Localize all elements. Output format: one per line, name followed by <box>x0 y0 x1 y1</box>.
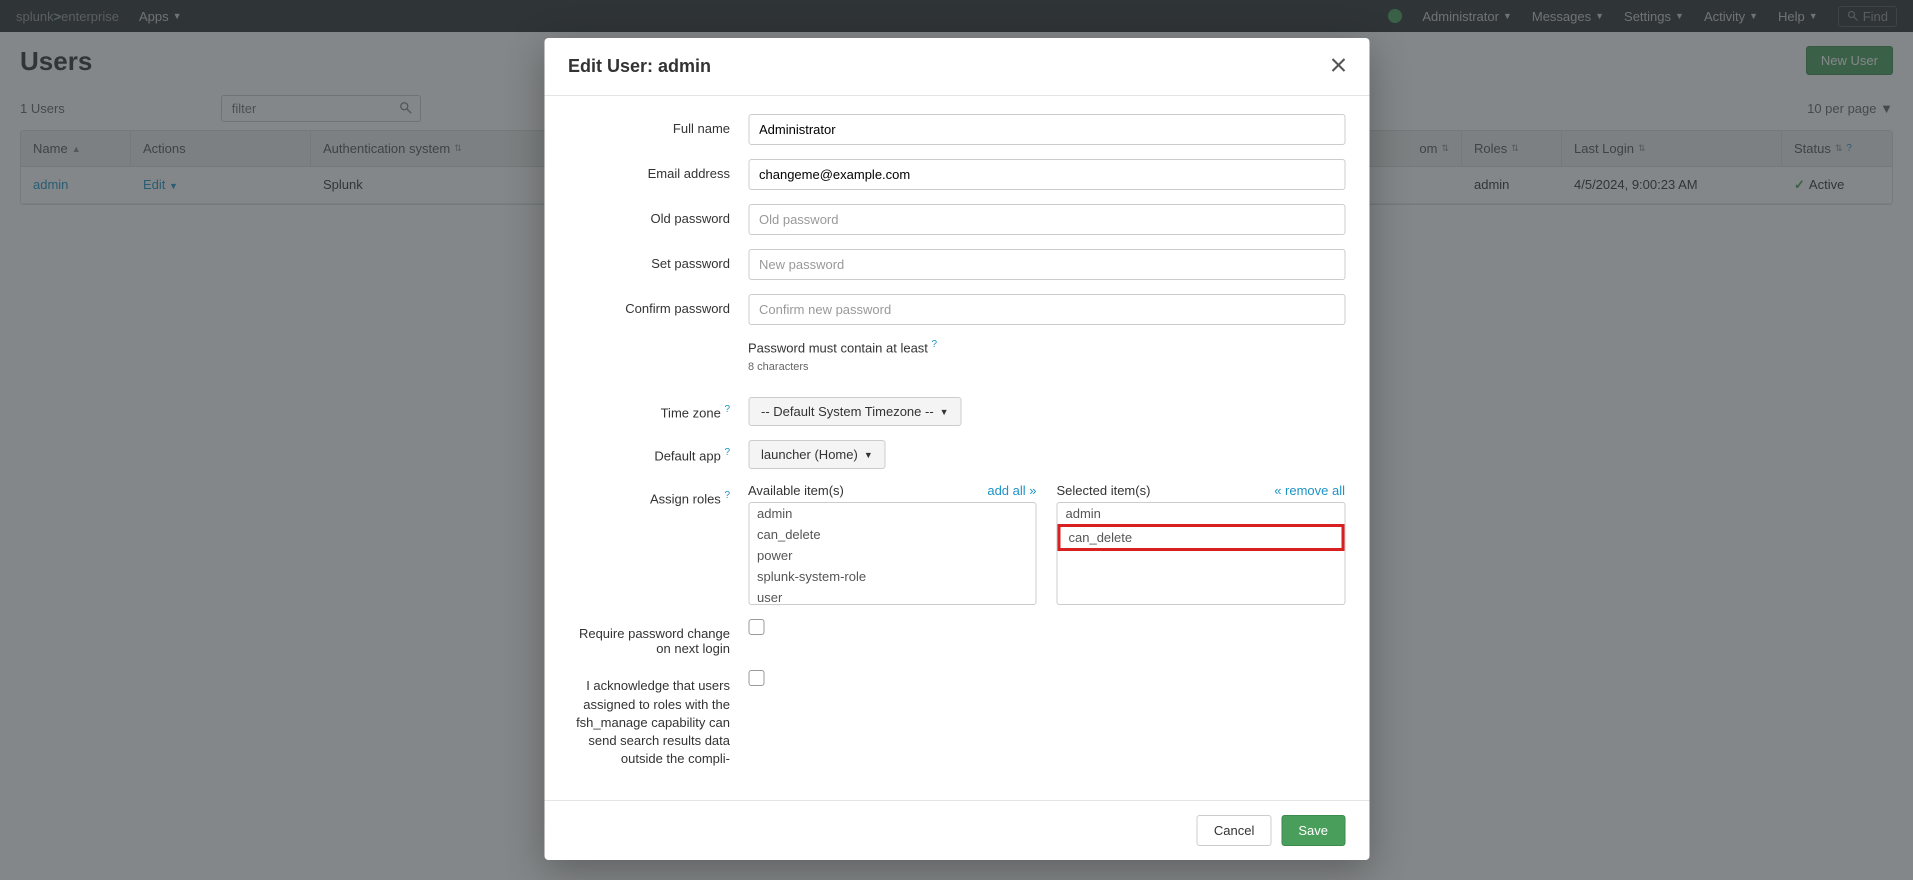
old-password-input[interactable] <box>748 204 1345 235</box>
available-items-label: Available item(s) <box>748 483 844 498</box>
role-item-highlighted[interactable]: can_delete <box>1058 524 1345 551</box>
label-confirmpass: Confirm password <box>568 294 748 325</box>
label-timezone: Time zone ? <box>568 397 748 426</box>
selected-items-label: Selected item(s) <box>1057 483 1151 498</box>
close-button[interactable] <box>1331 56 1345 77</box>
save-button[interactable]: Save <box>1281 815 1345 846</box>
label-fullname: Full name <box>568 114 748 145</box>
label-assignroles: Assign roles ? <box>568 483 748 605</box>
label-defaultapp: Default app ? <box>568 440 748 469</box>
role-item[interactable]: can_delete <box>749 524 1036 545</box>
acknowledge-checkbox[interactable] <box>748 670 764 686</box>
label-setpass: Set password <box>568 249 748 280</box>
role-item[interactable]: user <box>749 587 1036 605</box>
selected-roles-list[interactable]: admin can_delete <box>1057 502 1346 605</box>
set-password-input[interactable] <box>748 249 1345 280</box>
help-icon[interactable]: ? <box>724 447 730 458</box>
available-roles-list[interactable]: admin can_delete power splunk-system-rol… <box>748 502 1037 605</box>
label-acknowledge: I acknowledge that users assigned to rol… <box>568 670 748 768</box>
label-oldpass: Old password <box>568 204 748 235</box>
caret-down-icon: ▼ <box>940 407 949 417</box>
close-icon <box>1331 58 1345 72</box>
timezone-dropdown[interactable]: -- Default System Timezone --▼ <box>748 397 962 426</box>
label-require-change: Require password change on next login <box>568 619 748 656</box>
cancel-button[interactable]: Cancel <box>1197 815 1271 846</box>
defaultapp-dropdown[interactable]: launcher (Home)▼ <box>748 440 886 469</box>
role-item[interactable]: splunk-system-role <box>749 566 1036 587</box>
modal-title: Edit User: admin <box>568 56 1331 77</box>
label-email: Email address <box>568 159 748 190</box>
help-icon[interactable]: ? <box>932 339 938 350</box>
caret-down-icon: ▼ <box>864 450 873 460</box>
role-item[interactable]: admin <box>749 503 1036 524</box>
remove-all-link[interactable]: « remove all <box>1274 483 1345 498</box>
edit-user-modal: Edit User: admin Full name Email address… <box>544 38 1369 860</box>
confirm-password-input[interactable] <box>748 294 1345 325</box>
fullname-input[interactable] <box>748 114 1345 145</box>
help-icon[interactable]: ? <box>724 490 730 501</box>
help-icon[interactable]: ? <box>724 404 730 415</box>
email-input[interactable] <box>748 159 1345 190</box>
password-chars-hint: 8 characters <box>748 361 1345 373</box>
require-change-checkbox[interactable] <box>748 619 764 635</box>
role-item[interactable]: admin <box>1058 503 1345 524</box>
password-rule-hint: Password must contain at least ? <box>748 339 1345 355</box>
role-item[interactable]: power <box>749 545 1036 566</box>
add-all-link[interactable]: add all » <box>987 483 1036 498</box>
